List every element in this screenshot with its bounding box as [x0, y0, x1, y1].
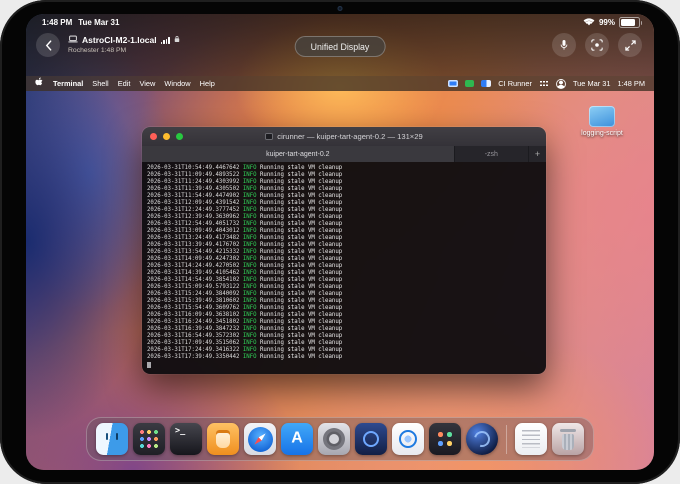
terminal-output: 2026-03-31T10:54:49.4467642 INFO Running… — [142, 162, 546, 374]
minimize-button[interactable] — [163, 133, 170, 140]
terminal-log-line: 2026-03-31T11:39:49.4305502 INFO Running… — [147, 186, 546, 193]
wifi-icon — [583, 17, 595, 28]
macos-menu-bar: Terminal Shell Edit View Window Help CI … — [26, 76, 654, 91]
terminal-window-title: cirunner — kuiper-tart-agent-0.2 — 131×2… — [277, 132, 422, 141]
terminal-log-line: 2026-03-31T15:54:49.3609762 INFO Running… — [147, 305, 546, 312]
display-arrangement-menu-icon[interactable] — [481, 80, 491, 88]
menu-ci-runner[interactable]: CI Runner — [498, 79, 532, 88]
terminal-log-line: 2026-03-31T15:24:49.3840092 INFO Running… — [147, 291, 546, 298]
menu-time[interactable]: 1:48 PM — [617, 79, 645, 88]
dock-icon-trash[interactable] — [552, 423, 584, 455]
terminal-log-line: 2026-03-31T10:54:49.4467642 INFO Running… — [147, 165, 546, 172]
dock-icon-document[interactable] — [515, 423, 547, 455]
ipad-status-bar: 1:48 PM Tue Mar 31 99% — [26, 14, 654, 28]
terminal-log-line: 2026-03-31T13:54:49.4215332 INFO Running… — [147, 249, 546, 256]
close-button[interactable] — [150, 133, 157, 140]
terminal-log-line: 2026-03-31T15:09:49.5793122 INFO Running… — [147, 284, 546, 291]
terminal-log-line: 2026-03-31T16:39:49.3847232 INFO Running… — [147, 326, 546, 333]
back-button[interactable] — [36, 33, 60, 57]
terminal-log-line: 2026-03-31T14:39:49.4105462 INFO Running… — [147, 270, 546, 277]
battery-icon — [619, 17, 640, 28]
menu-help[interactable]: Help — [200, 79, 215, 88]
desktop-icon-logging-script[interactable]: logging-script — [574, 106, 630, 137]
terminal-log-line: 2026-03-31T14:24:49.4270502 INFO Running… — [147, 263, 546, 270]
menu-view[interactable]: View — [139, 79, 155, 88]
logging-script-icon — [589, 106, 615, 127]
host-info[interactable]: AstroCI-M2-1.local Rochester 1:48 PM — [68, 35, 180, 55]
terminal-log-line: 2026-03-31T11:09:49.4893522 INFO Running… — [147, 172, 546, 179]
terminal-log-line: 2026-03-31T17:24:49.3416322 INFO Running… — [147, 347, 546, 354]
dock-icon-safari[interactable] — [244, 423, 276, 455]
terminal-log-line: 2026-03-31T11:24:49.4303992 INFO Running… — [147, 179, 546, 186]
menu-app-name[interactable]: Terminal — [53, 79, 83, 88]
terminal-log-line: 2026-03-31T16:54:49.3572302 INFO Running… — [147, 333, 546, 340]
dock — [86, 417, 594, 461]
unified-display-button[interactable]: Unified Display — [295, 36, 386, 57]
terminal-tab-bar: kuiper-tart-agent-0.2 -zsh + — [142, 146, 546, 162]
remote-session-header: 1:48 PM Tue Mar 31 99% — [26, 14, 654, 76]
screen-mirroring-menu-icon[interactable] — [448, 80, 458, 88]
menu-shell[interactable]: Shell — [92, 79, 108, 88]
dock-icon-tart[interactable] — [207, 423, 239, 455]
dock-icon-grid-app[interactable] — [429, 423, 461, 455]
laptop-icon — [68, 35, 78, 46]
lock-icon — [174, 35, 180, 46]
terminal-log-line: 2026-03-31T17:09:49.3515062 INFO Running… — [147, 340, 546, 347]
host-name: AstroCI-M2-1.local — [82, 36, 157, 46]
terminal-title-bar[interactable]: cirunner — kuiper-tart-agent-0.2 — 131×2… — [142, 127, 546, 146]
dock-icon-launchpad[interactable] — [133, 423, 165, 455]
dock-icon-screens[interactable] — [392, 423, 424, 455]
terminal-log-line: 2026-03-31T12:54:49.4051732 INFO Running… — [147, 221, 546, 228]
dock-icon-blue-app[interactable] — [355, 423, 387, 455]
capture-viewfinder-button[interactable] — [585, 33, 609, 57]
desktop-icon-label: logging-script — [574, 130, 630, 137]
front-camera — [338, 6, 343, 11]
terminal-log-line: 2026-03-31T14:09:49.4247302 INFO Running… — [147, 256, 546, 263]
terminal-log-line: 2026-03-31T15:39:49.3810602 INFO Running… — [147, 298, 546, 305]
tab-kuiper-tart-agent[interactable]: kuiper-tart-agent-0.2 — [142, 146, 455, 162]
apple-menu-icon[interactable] — [35, 77, 44, 90]
screen: 1:48 PM Tue Mar 31 99% — [26, 14, 654, 470]
terminal-log-line: 2026-03-31T13:24:49.4173482 INFO Running… — [147, 235, 546, 242]
fullscreen-expand-button[interactable] — [618, 33, 642, 57]
terminal-log-line: 2026-03-31T12:39:49.3630962 INFO Running… — [147, 214, 546, 221]
remote-session-toolbar: AstroCI-M2-1.local Rochester 1:48 PM Uni… — [26, 28, 654, 57]
dock-icon-settings[interactable] — [318, 423, 350, 455]
grid-menu-icon[interactable] — [539, 80, 549, 88]
terminal-cursor — [147, 362, 151, 368]
dock-icon-appstore[interactable] — [281, 423, 313, 455]
terminal-log-line: 2026-03-31T17:39:49.3350442 INFO Running… — [147, 354, 546, 361]
tab-zsh[interactable]: -zsh — [455, 146, 529, 162]
menu-edit[interactable]: Edit — [118, 79, 131, 88]
terminal-log-line: 2026-03-31T12:24:49.3777452 INFO Running… — [147, 207, 546, 214]
terminal-log-line: 2026-03-31T11:54:49.4474902 INFO Running… — [147, 193, 546, 200]
terminal-proxy-icon — [265, 133, 273, 140]
user-menu-icon[interactable] — [556, 79, 566, 89]
terminal-log-line: 2026-03-31T12:09:49.4391542 INFO Running… — [147, 200, 546, 207]
terminal-log-line: 2026-03-31T16:24:49.3451802 INFO Running… — [147, 319, 546, 326]
dock-divider — [506, 425, 507, 454]
terminal-window[interactable]: cirunner — kuiper-tart-agent-0.2 — 131×2… — [142, 127, 546, 374]
host-subtitle: Rochester 1:48 PM — [68, 47, 180, 55]
play-status-menu-icon[interactable] — [465, 80, 474, 88]
status-time: 1:48 PM — [42, 18, 72, 27]
signal-bars-icon — [161, 37, 170, 44]
zoom-button[interactable] — [176, 133, 183, 140]
dock-icon-globe-app[interactable] — [466, 423, 498, 455]
status-date: Tue Mar 31 — [78, 18, 119, 27]
terminal-log-line: 2026-03-31T14:54:49.3854102 INFO Running… — [147, 277, 546, 284]
terminal-log-line: 2026-03-31T13:39:49.4176702 INFO Running… — [147, 242, 546, 249]
terminal-log-line: 2026-03-31T13:09:49.4043012 INFO Running… — [147, 228, 546, 235]
dock-icon-finder[interactable] — [96, 423, 128, 455]
menu-window[interactable]: Window — [164, 79, 190, 88]
ipad-frame: 1:48 PM Tue Mar 31 99% — [0, 0, 680, 484]
terminal-log-line: 2026-03-31T16:09:49.3638102 INFO Running… — [147, 312, 546, 319]
dock-icon-terminal[interactable] — [170, 423, 202, 455]
menu-date[interactable]: Tue Mar 31 — [573, 79, 611, 88]
battery-percent: 99% — [599, 18, 615, 27]
new-tab-button[interactable]: + — [529, 146, 546, 162]
microphone-button[interactable] — [552, 33, 576, 57]
